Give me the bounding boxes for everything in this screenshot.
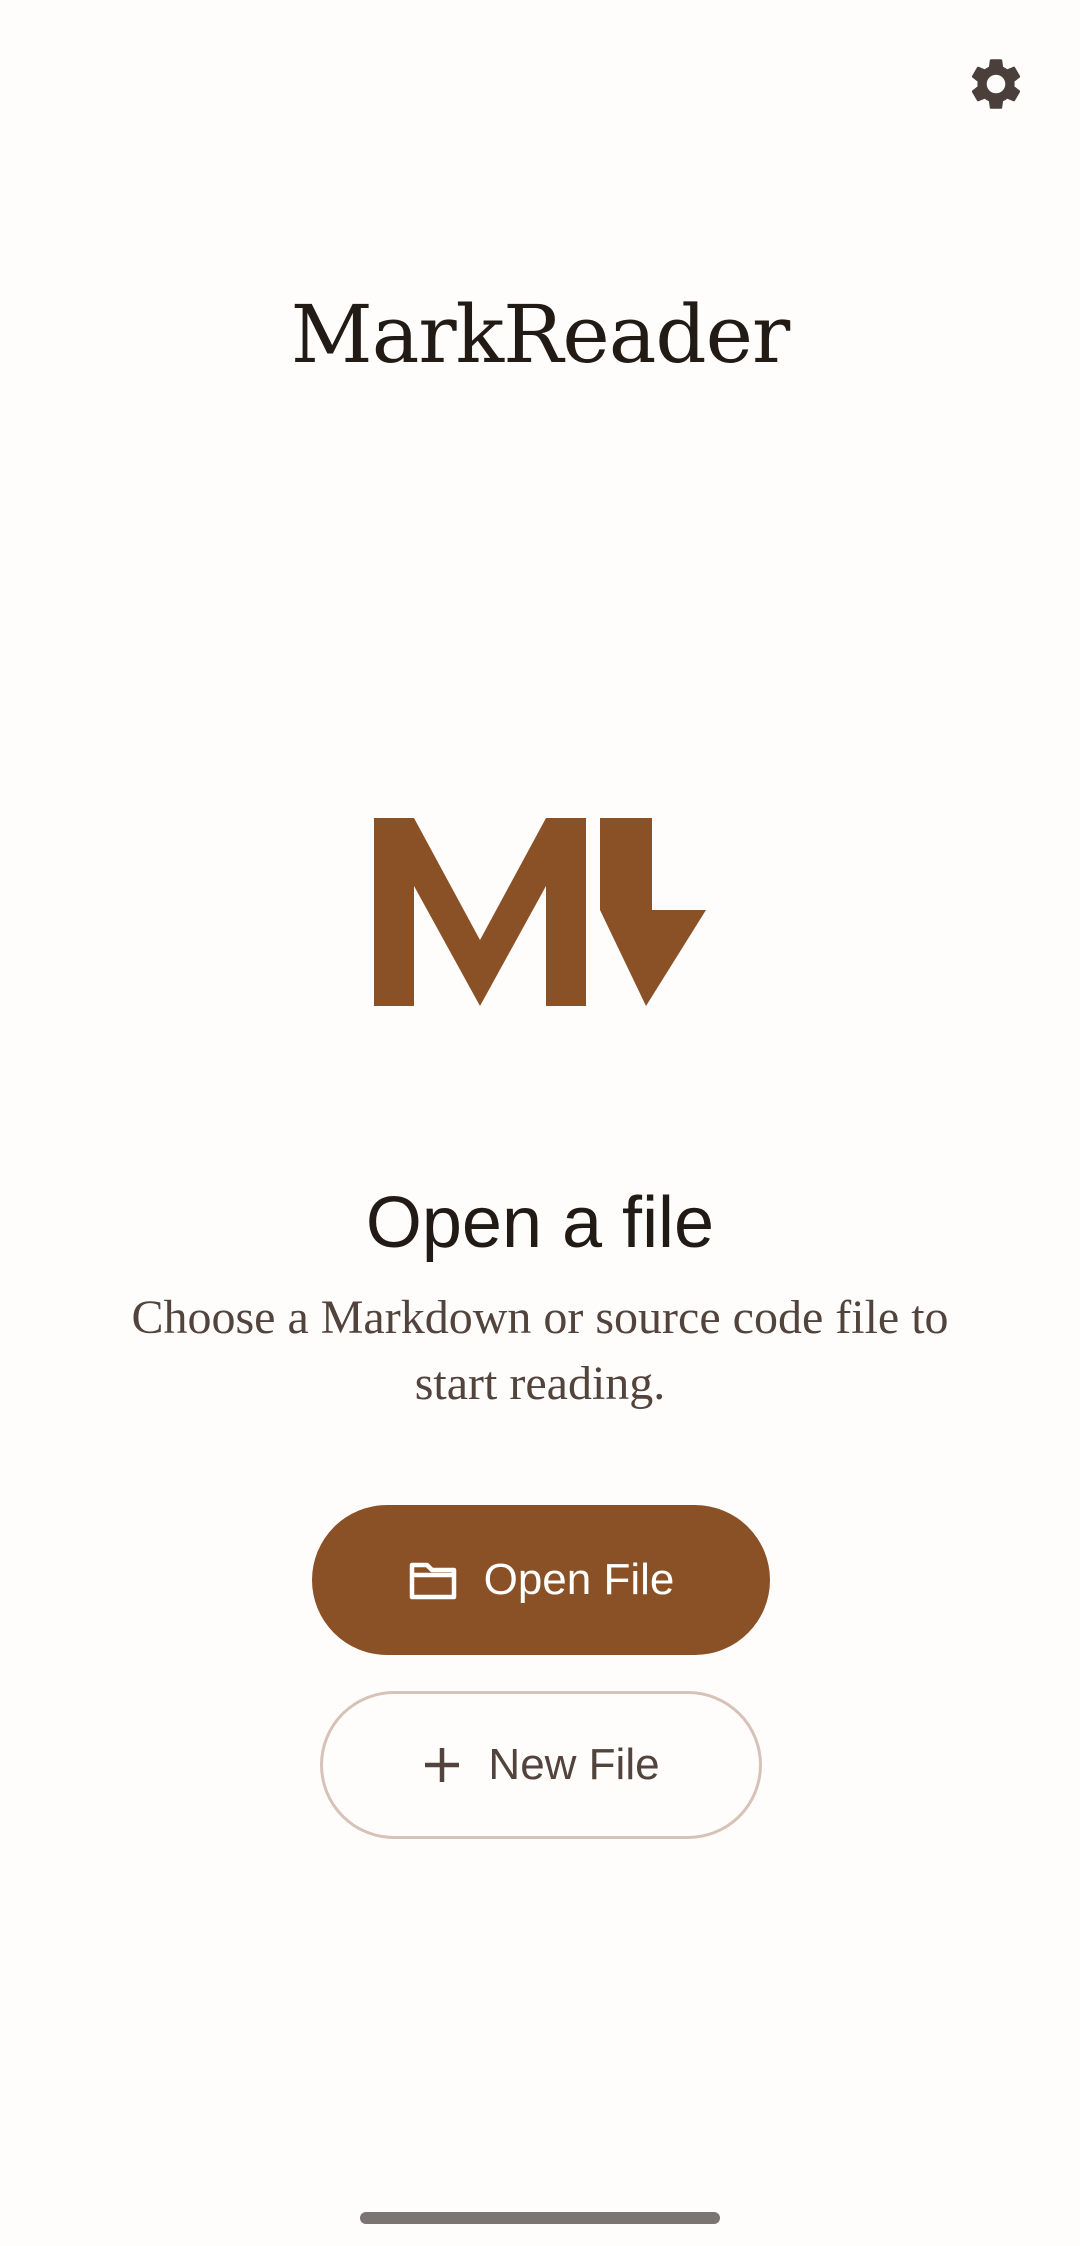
home-indicator[interactable] (360, 2212, 720, 2224)
logo-down-arrow (600, 818, 706, 1006)
plus-icon (422, 1745, 462, 1785)
new-file-button[interactable]: New File (320, 1691, 762, 1839)
empty-state-heading: Open a file (365, 1183, 715, 1263)
open-file-button[interactable]: Open File (312, 1505, 770, 1655)
empty-state-description: Choose a Markdown or source code file to… (131, 1291, 949, 1410)
folder-icon (408, 1559, 458, 1601)
gear-icon (965, 53, 1027, 120)
logo-letter-m (374, 818, 586, 1006)
settings-button[interactable] (960, 50, 1032, 122)
app-title: MarkReader (290, 288, 790, 381)
open-file-label: Open File (483, 1555, 675, 1604)
new-file-label: New File (488, 1740, 660, 1789)
markdown-logo (374, 818, 706, 1006)
